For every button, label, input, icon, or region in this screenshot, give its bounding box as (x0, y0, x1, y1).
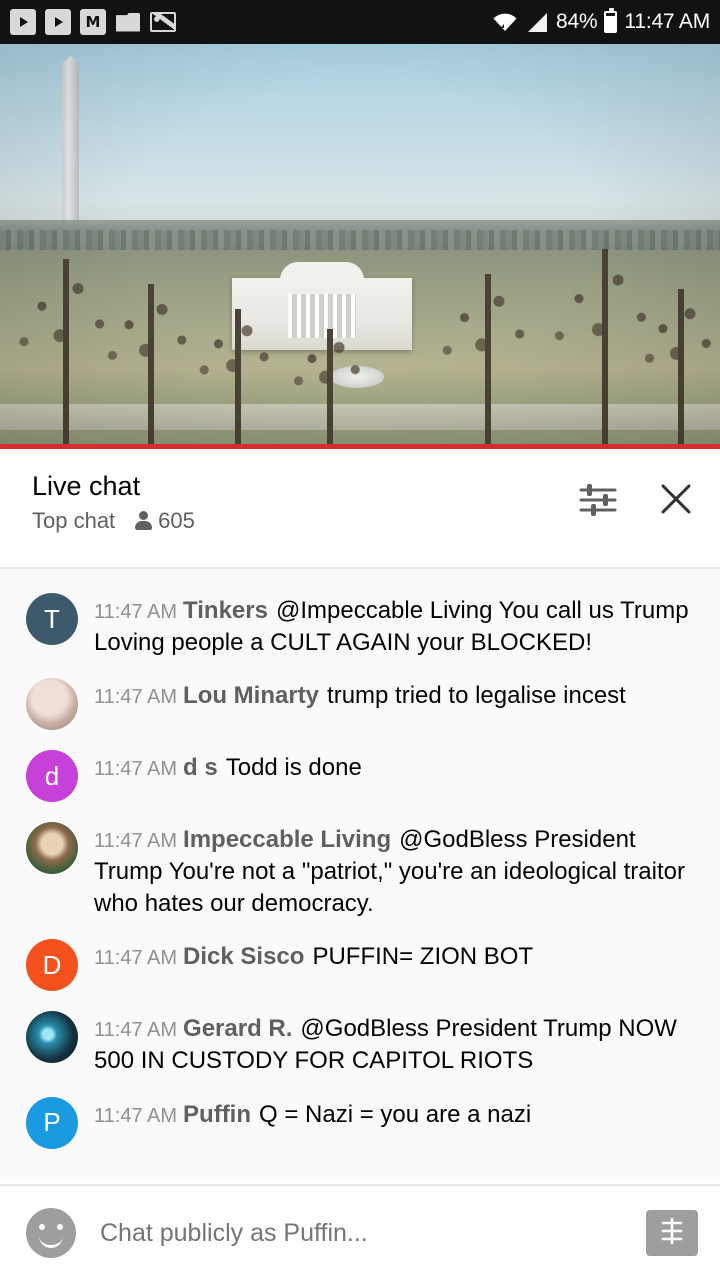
message-text: trump tried to legalise incest (327, 682, 626, 710)
photo-icon (150, 9, 176, 35)
message-time: 11:47 AM (94, 830, 178, 853)
message-author[interactable]: Lou Minarty (183, 682, 319, 709)
message-body: 11:47 AM Puffin Q = Nazi = you are a nazi (94, 1097, 531, 1131)
tree (190, 309, 285, 449)
message-body: 11:47 AM d s Todd is done (94, 750, 362, 784)
avatar[interactable]: d (26, 750, 78, 803)
chat-mode-label[interactable]: Top chat (32, 508, 115, 534)
message-author[interactable]: d s (183, 754, 218, 781)
viewer-count: 605 (135, 508, 195, 534)
signal-icon (525, 12, 549, 32)
play-icon (10, 9, 36, 35)
avatar-letter: T (44, 603, 60, 634)
close-icon (658, 481, 694, 522)
avatar[interactable] (26, 1011, 78, 1064)
avatar-letter: d (44, 760, 60, 791)
washington-monument (62, 56, 79, 236)
wifi-icon (492, 11, 518, 33)
message-text: Todd is done (225, 754, 362, 782)
message-time: 11:47 AM (94, 1019, 178, 1042)
status-bar: M 84% 11:47 AM (0, 0, 720, 44)
tree (285, 329, 375, 449)
avatar[interactable]: P (26, 1096, 78, 1149)
list-item[interactable]: 11:47 AM Impeccable Living @GodBless Presi… (0, 812, 720, 929)
message-body: 11:47 AM Dick Sisco PUFFIN= ZION BOT (94, 939, 533, 973)
super-chat-button[interactable] (646, 1210, 698, 1256)
message-author[interactable]: Puffin (183, 1101, 251, 1128)
battery-percent: 84% (555, 10, 598, 33)
status-bar-notifications: M (10, 9, 492, 35)
video-player[interactable] (0, 44, 720, 449)
list-item[interactable]: 11:47 AM Gerard R. @GodBless President Tru… (0, 1001, 720, 1086)
viewer-count-value: 605 (158, 508, 195, 534)
sliders-icon (579, 482, 617, 521)
avatar[interactable]: T (26, 593, 78, 645)
message-text: PUFFIN= ZION BOT (312, 943, 534, 971)
message-author[interactable]: Tinkers (183, 597, 268, 624)
list-item[interactable]: P 11:47 AM Puffin Q = Nazi = you are a naz… (0, 1087, 720, 1159)
list-item[interactable]: 11:47 AM Lou Minarty trump tried to legali… (0, 668, 720, 740)
avatar-letter: D (42, 949, 62, 980)
message-author[interactable]: Impeccable Living (183, 826, 391, 853)
super-chat-icon (657, 1217, 687, 1250)
message-body: 11:47 AM Lou Minarty trump tried to legali… (94, 678, 626, 712)
message-time: 11:47 AM (94, 601, 178, 623)
message-text: Q = Nazi = you are a nazi (259, 1100, 532, 1128)
chat-input[interactable] (98, 1217, 634, 1249)
m-icon: M (80, 9, 106, 35)
page-title: Live chat (32, 471, 141, 501)
play-icon (45, 9, 71, 35)
avatar-letter: P (43, 1107, 61, 1138)
battery-icon (604, 8, 618, 33)
chat-header-actions (576, 471, 698, 523)
message-time: 11:47 AM (94, 947, 178, 970)
folder-icon (115, 9, 141, 35)
status-bar-clock: 11:47 AM (624, 10, 710, 33)
message-text: @GodBless President Trump NOW 500 IN CUS… (94, 1015, 677, 1075)
message-time: 11:47 AM (94, 686, 178, 709)
sky (0, 44, 720, 244)
message-body: 11:47 AM Tinkers @Impeccable Living You ca… (94, 593, 698, 658)
message-time: 11:47 AM (94, 1104, 178, 1127)
chat-subheader: Top chat 605 (32, 508, 576, 534)
tree (636, 289, 720, 449)
message-body: 11:47 AM Impeccable Living @GodBless Presi… (94, 822, 698, 919)
close-chat-button[interactable] (654, 479, 698, 523)
chat-composer (0, 1184, 720, 1280)
avatar[interactable] (26, 678, 78, 731)
tree (430, 274, 545, 449)
list-item[interactable]: d 11:47 AM d s Todd is done (0, 740, 720, 812)
message-body: 11:47 AM Gerard R. @GodBless President Tru… (94, 1011, 698, 1076)
list-item[interactable]: T 11:47 AM Tinkers @Impeccable Living You … (0, 583, 720, 668)
status-bar-system: 84% 11:47 AM (492, 8, 710, 34)
emoji-icon[interactable] (26, 1208, 76, 1258)
message-author[interactable]: Gerard R. (183, 1015, 292, 1042)
person-icon (135, 511, 153, 531)
list-item[interactable]: D 11:47 AM Dick Sisco PUFFIN= ZION BOT (0, 929, 720, 1001)
message-author[interactable]: Dick Sisco (183, 943, 304, 970)
avatar[interactable]: D (26, 939, 78, 992)
chat-message-list[interactable]: T 11:47 AM Tinkers @Impeccable Living You … (0, 569, 720, 1179)
message-time: 11:47 AM (94, 758, 178, 781)
live-chat-header-texts: Live chat Top chat 605 (32, 471, 576, 534)
live-chat-header: Live chat Top chat 605 (0, 449, 720, 567)
avatar[interactable] (26, 822, 78, 875)
chat-settings-button[interactable] (576, 479, 620, 523)
